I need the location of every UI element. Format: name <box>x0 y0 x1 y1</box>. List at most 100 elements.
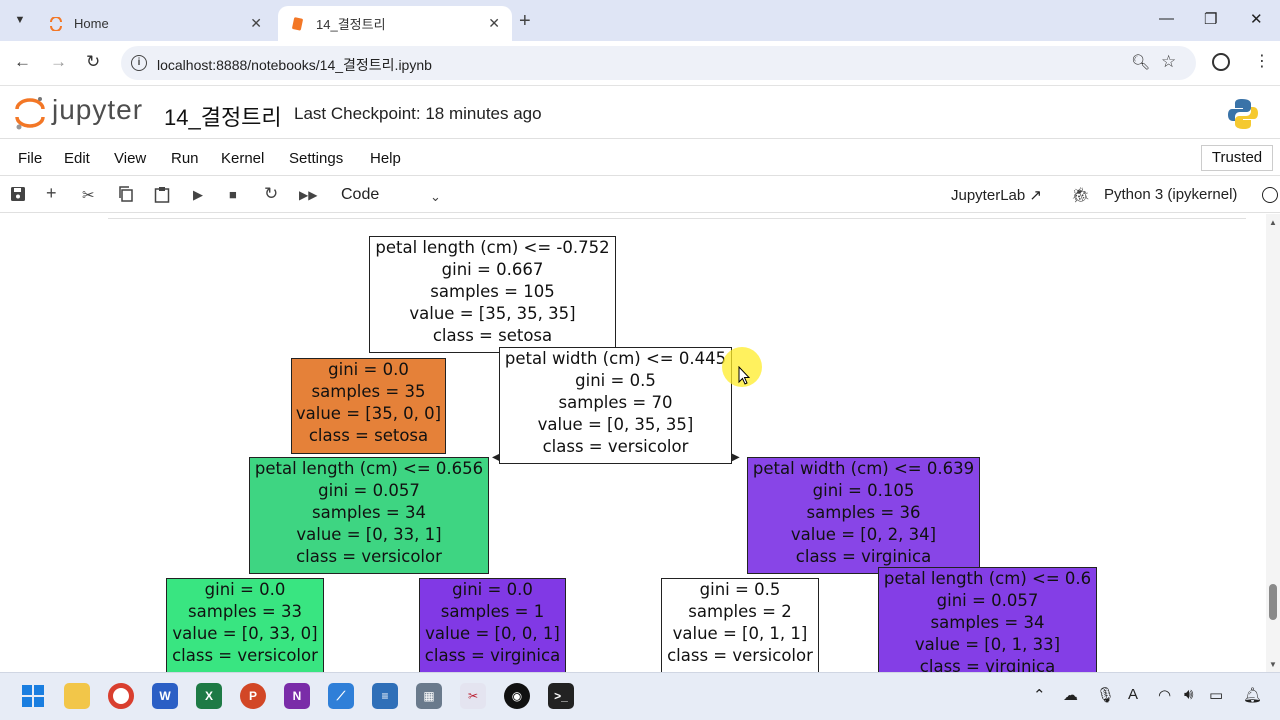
scroll-down-icon[interactable]: ▼ <box>1269 660 1277 669</box>
bookmark-star-icon[interactable]: ☆ <box>1161 52 1176 72</box>
battery-icon[interactable]: ▭ <box>1209 686 1223 704</box>
tree-node-l3b: gini = 0.0 samples = 1 value = [0, 0, 1] cl… <box>419 578 566 672</box>
browser-menu-icon[interactable]: ⋮ <box>1254 51 1270 71</box>
menu-settings[interactable]: Settings <box>289 150 343 167</box>
tree-node-line: gini = 0.057 <box>318 481 420 500</box>
reload-icon[interactable]: ↻ <box>86 52 100 72</box>
menu-help[interactable]: Help <box>370 150 401 167</box>
menu-run[interactable]: Run <box>171 150 199 167</box>
kernel-name[interactable]: Python 3 (ipykernel) <box>1104 186 1237 203</box>
address-bar[interactable]: i localhost:8888/notebooks/14_결정트리.ipynb… <box>121 46 1196 80</box>
tree-node-line: gini = 0.0 <box>328 360 409 379</box>
tree-node-line: class = virginica <box>424 646 561 665</box>
language-icon[interactable]: A <box>1128 686 1138 703</box>
run-all-icon[interactable]: ▶▶ <box>299 188 317 202</box>
snipping-tool-icon[interactable]: ✂ <box>460 683 486 709</box>
zoom-icon[interactable]: 🔍︎ <box>1131 53 1150 71</box>
jupyter-logo-icon[interactable] <box>14 95 46 131</box>
close-icon[interactable]: ✕ <box>250 15 262 32</box>
minimize-icon[interactable]: — <box>1159 10 1174 27</box>
menu-bar: File Edit View Run Kernel Settings Help … <box>0 140 1280 176</box>
tree-node-rr2: petal width (cm) <= 0.639 gini = 0.105 sam… <box>747 457 980 574</box>
tree-node-line: gini = 0.057 <box>936 591 1039 610</box>
notebook-title[interactable]: 14_결정트리 <box>164 100 282 132</box>
windows-start-icon[interactable] <box>20 683 46 709</box>
wifi-icon[interactable]: ◠ <box>1158 686 1171 704</box>
scroll-up-icon[interactable]: ▲ <box>1269 218 1277 227</box>
site-info-icon[interactable]: i <box>131 55 147 71</box>
copy-icon[interactable] <box>118 186 134 206</box>
stop-icon[interactable]: ■ <box>229 187 237 202</box>
back-icon[interactable]: ← <box>14 52 31 72</box>
notepad-icon[interactable]: ≡ <box>372 683 398 709</box>
save-icon[interactable] <box>10 186 26 206</box>
onenote-icon[interactable]: N <box>284 683 310 709</box>
mouse-pointer-icon <box>738 366 750 385</box>
tree-node-line: petal length (cm) <= -0.752 <box>375 238 610 257</box>
jupyterlab-link[interactable]: JupyterLab ↗ <box>951 186 1042 204</box>
tab-home[interactable]: Home ✕ <box>36 6 274 41</box>
external-link-icon: ↗ <box>1029 187 1042 204</box>
excel-icon[interactable]: X <box>196 683 222 709</box>
tree-node-line: samples = 35 <box>311 382 426 401</box>
tree-node-line: value = [35, 0, 0] <box>295 404 442 423</box>
add-cell-icon[interactable]: + <box>46 183 57 204</box>
tree-node-line: class = virginica <box>795 547 932 566</box>
word-icon[interactable]: W <box>152 683 178 709</box>
tree-node-line: gini = 0.0 <box>204 580 286 599</box>
profile-icon[interactable] <box>1212 53 1230 71</box>
vertical-scrollbar[interactable]: ▲ ▼ <box>1266 214 1280 672</box>
trusted-indicator[interactable]: Trusted <box>1201 145 1273 171</box>
debugger-icon[interactable]: 🐞︎ <box>1071 186 1090 204</box>
menu-view[interactable]: View <box>114 150 146 167</box>
tree-node-line: value = [0, 1, 33] <box>914 635 1061 654</box>
tree-node-line: petal width (cm) <= 0.445 <box>504 349 727 368</box>
microphone-icon[interactable]: 🎙︎ <box>1096 686 1115 704</box>
volume-icon[interactable]: 🔊︎ <box>1184 686 1193 703</box>
powerpoint-icon[interactable]: P <box>240 683 266 709</box>
tree-node-line: value = [0, 35, 35] <box>537 415 694 434</box>
menu-file[interactable]: File <box>18 150 42 167</box>
tray-chevron-up-icon[interactable]: ⌃ <box>1033 686 1046 704</box>
jupyterlab-label[interactable]: JupyterLab <box>951 187 1025 204</box>
window-close-icon[interactable]: ✕ <box>1250 10 1263 28</box>
tab-notebook[interactable]: 14_결정트리 ✕ <box>278 6 512 41</box>
tree-node-line: value = [0, 33, 1] <box>296 525 442 544</box>
app-icon[interactable]: ⟋ <box>328 683 354 709</box>
close-icon[interactable]: ✕ <box>488 15 500 32</box>
chevron-down-icon[interactable]: ⌄ <box>430 189 441 205</box>
notification-bell-icon[interactable]: 🔔︎ <box>1243 686 1262 704</box>
kernel-status-icon <box>1262 187 1278 203</box>
onedrive-icon[interactable]: ☁ <box>1063 686 1078 704</box>
chrome-icon[interactable] <box>108 683 134 709</box>
tree-node-line: petal length (cm) <= 0.656 <box>254 459 484 478</box>
cell-type-select[interactable]: Code <box>341 186 379 204</box>
jupyter-favicon-icon <box>48 16 64 32</box>
tree-node-line: samples = 34 <box>312 503 426 522</box>
address-row: ← → ↻ i localhost:8888/notebooks/14_결정트리… <box>0 41 1280 86</box>
cut-icon[interactable]: ✂ <box>82 186 95 204</box>
new-tab-icon[interactable]: + <box>519 10 531 33</box>
calculator-icon[interactable]: ▦ <box>416 683 442 709</box>
tree-node-l3a: gini = 0.0 samples = 33 value = [0, 33, 0]… <box>166 578 324 672</box>
forward-icon[interactable]: → <box>50 52 67 72</box>
file-explorer-icon[interactable] <box>64 683 90 709</box>
menu-kernel[interactable]: Kernel <box>221 150 264 167</box>
tree-node-line: value = [0, 0, 1] <box>425 624 560 643</box>
url-text[interactable]: localhost:8888/notebooks/14_결정트리.ipynb <box>157 55 432 75</box>
tab-search-icon[interactable]: ▼ <box>8 8 32 32</box>
terminal-icon[interactable]: >_ <box>548 683 574 709</box>
menu-edit[interactable]: Edit <box>64 150 90 167</box>
scroll-thumb[interactable] <box>1269 584 1277 620</box>
tree-node-line: class = versicolor <box>296 547 442 566</box>
tree-node-line: class = versicolor <box>172 646 318 665</box>
paste-icon[interactable] <box>154 186 170 207</box>
tree-node-root: petal length (cm) <= -0.752 gini = 0.667 s… <box>369 236 616 353</box>
tree-node-left1: gini = 0.0 samples = 35 value = [35, 0, 0]… <box>291 358 446 454</box>
restart-icon[interactable]: ↻ <box>264 184 278 204</box>
tree-node-line: class = setosa <box>308 426 429 445</box>
run-icon[interactable]: ▶ <box>193 187 203 203</box>
tree-node-line: samples = 36 <box>806 503 921 522</box>
github-icon[interactable]: ◉ <box>504 683 530 709</box>
restore-icon[interactable]: ❐ <box>1204 10 1217 28</box>
